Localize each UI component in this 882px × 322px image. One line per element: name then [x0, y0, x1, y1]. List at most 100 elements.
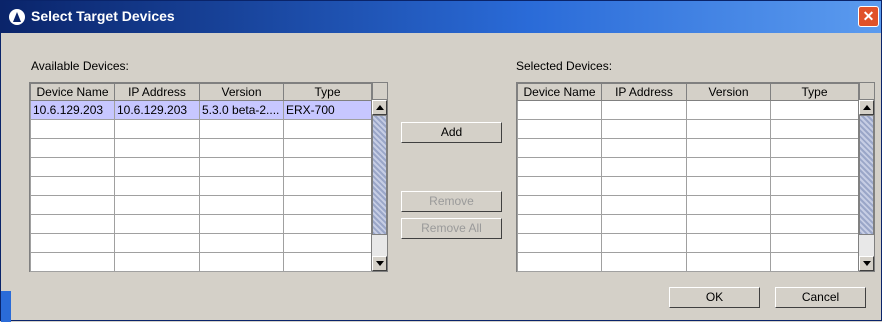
cell[interactable] [770, 119, 859, 139]
table-row[interactable]: 10.6.129.203 10.6.129.203 5.3.0 beta-2..… [30, 100, 372, 120]
cell[interactable] [199, 233, 284, 253]
table-row[interactable] [517, 100, 859, 120]
cell[interactable] [283, 233, 372, 253]
scroll-down-button[interactable] [859, 256, 874, 271]
column-header-version[interactable]: Version [686, 83, 771, 101]
cell[interactable] [199, 138, 284, 158]
table-row[interactable] [30, 176, 372, 196]
table-row[interactable] [30, 157, 372, 177]
cell[interactable] [686, 233, 771, 253]
cell[interactable] [30, 138, 115, 158]
cell[interactable] [30, 252, 115, 272]
cell[interactable] [601, 157, 687, 177]
table-row[interactable] [30, 214, 372, 234]
cell[interactable] [30, 157, 115, 177]
scroll-down-button[interactable] [372, 256, 387, 271]
cell[interactable] [686, 176, 771, 196]
cell[interactable] [517, 195, 602, 215]
cell[interactable] [686, 195, 771, 215]
cell[interactable] [517, 214, 602, 234]
cell[interactable] [283, 119, 372, 139]
available-scrollbar[interactable] [371, 83, 387, 271]
cell[interactable] [601, 176, 687, 196]
cell[interactable] [770, 157, 859, 177]
cell[interactable] [770, 138, 859, 158]
table-row[interactable] [30, 252, 372, 272]
scroll-up-button[interactable] [372, 100, 387, 115]
cell[interactable] [601, 119, 687, 139]
cell[interactable] [114, 214, 200, 234]
table-row[interactable] [517, 157, 859, 177]
cell[interactable] [114, 157, 200, 177]
cell[interactable] [199, 176, 284, 196]
cell[interactable] [283, 138, 372, 158]
close-button[interactable]: ✕ [858, 6, 879, 27]
cell[interactable] [601, 100, 687, 120]
title-bar[interactable]: Select Target Devices ✕ [1, 1, 881, 33]
cell[interactable] [30, 176, 115, 196]
cell[interactable] [601, 138, 687, 158]
cell[interactable] [770, 233, 859, 253]
add-button[interactable]: Add [401, 122, 502, 143]
table-row[interactable] [517, 252, 859, 272]
cell[interactable] [770, 214, 859, 234]
cell[interactable] [30, 119, 115, 139]
table-row[interactable] [30, 233, 372, 253]
table-row[interactable] [30, 138, 372, 158]
column-header-device-name[interactable]: Device Name [30, 83, 115, 101]
cell[interactable] [114, 176, 200, 196]
cell[interactable] [517, 176, 602, 196]
cell[interactable] [686, 100, 771, 120]
cell[interactable] [517, 252, 602, 272]
cell[interactable] [770, 100, 859, 120]
cell[interactable] [601, 195, 687, 215]
cell[interactable] [686, 138, 771, 158]
table-row[interactable] [30, 195, 372, 215]
cell[interactable] [30, 233, 115, 253]
column-header-device-name[interactable]: Device Name [517, 83, 602, 101]
cell[interactable] [517, 138, 602, 158]
scroll-thumb[interactable] [859, 115, 874, 235]
cell[interactable] [686, 252, 771, 272]
cell[interactable] [770, 195, 859, 215]
column-header-type[interactable]: Type [283, 83, 372, 101]
cell[interactable] [30, 195, 115, 215]
table-row[interactable] [517, 233, 859, 253]
cell[interactable] [283, 252, 372, 272]
cell[interactable] [686, 214, 771, 234]
cell[interactable] [601, 233, 687, 253]
cell[interactable] [30, 214, 115, 234]
cell[interactable] [114, 195, 200, 215]
cell[interactable] [601, 214, 687, 234]
cell[interactable] [283, 176, 372, 196]
cell-type[interactable]: ERX-700 [283, 100, 372, 120]
cell[interactable] [517, 100, 602, 120]
table-row[interactable] [30, 119, 372, 139]
cell[interactable] [283, 157, 372, 177]
ok-button[interactable]: OK [669, 287, 760, 308]
cell[interactable] [114, 119, 200, 139]
column-header-ip-address[interactable]: IP Address [601, 83, 687, 101]
cell-ip-address[interactable]: 10.6.129.203 [114, 100, 200, 120]
cell[interactable] [114, 252, 200, 272]
cell[interactable] [199, 157, 284, 177]
table-row[interactable] [517, 214, 859, 234]
cell[interactable] [199, 252, 284, 272]
remove-button[interactable]: Remove [401, 191, 502, 212]
column-header-type[interactable]: Type [770, 83, 859, 101]
cell[interactable] [686, 157, 771, 177]
cell[interactable] [199, 119, 284, 139]
cell[interactable] [517, 119, 602, 139]
table-row[interactable] [517, 138, 859, 158]
scroll-thumb[interactable] [372, 115, 387, 235]
selected-devices-table[interactable]: Device Name IP Address Version Type [516, 82, 875, 272]
scroll-up-button[interactable] [859, 100, 874, 115]
available-devices-table[interactable]: Device Name IP Address Version Type 10.6… [29, 82, 388, 272]
cell[interactable] [283, 214, 372, 234]
cell[interactable] [686, 119, 771, 139]
cell-version[interactable]: 5.3.0 beta-2.... [199, 100, 284, 120]
cell[interactable] [770, 252, 859, 272]
selected-scrollbar[interactable] [858, 83, 874, 271]
table-row[interactable] [517, 195, 859, 215]
table-row[interactable] [517, 176, 859, 196]
